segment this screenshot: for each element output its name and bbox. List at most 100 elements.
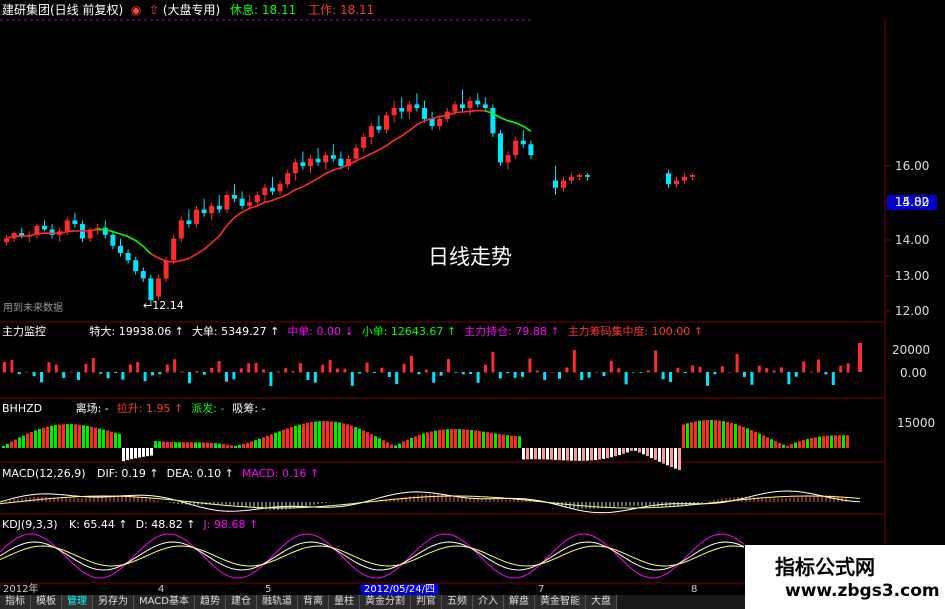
bhhzd-bar xyxy=(322,421,325,448)
bhhzd-bar xyxy=(478,431,481,448)
candle-body xyxy=(475,100,481,105)
indicator-tab[interactable]: 黄金智能 xyxy=(534,595,586,609)
indicator-tab[interactable]: 介入 xyxy=(472,595,504,609)
candle-body xyxy=(4,238,9,243)
bhhzd-bar xyxy=(226,444,229,448)
candle-body xyxy=(353,147,359,159)
candle-body xyxy=(505,155,511,163)
indicator-tab[interactable]: 建仓 xyxy=(225,595,257,609)
bhhzd-bar xyxy=(342,423,345,448)
low-marker-value: 12.14 xyxy=(152,299,184,312)
zlkz-bar xyxy=(780,367,783,373)
bhhzd-item: 离场: - xyxy=(75,402,109,415)
macd-item: DIF: 0.19 ↑ xyxy=(97,467,159,480)
bhhzd-bar xyxy=(46,426,49,448)
indicator-tab[interactable]: 判官 xyxy=(410,595,442,609)
bhhzd-bar xyxy=(30,431,33,448)
low-marker: ←12.14 xyxy=(143,299,184,312)
zlkz-bar xyxy=(165,364,169,373)
indicator-tab[interactable]: 另存为 xyxy=(93,595,134,609)
chart-header: 建研集团(日线 前复权) ◉ ⇧ (大盘专用) 休息: 18.11 工作: 18… xyxy=(2,3,374,17)
indicator-tab[interactable]: MACD基本 xyxy=(134,595,195,609)
indicator-tab[interactable]: 管理 xyxy=(62,595,93,609)
bhhzd-bar xyxy=(102,429,105,448)
settings-icon[interactable]: ◉ xyxy=(127,3,141,17)
bhhzd-bar xyxy=(66,424,69,448)
candle-body xyxy=(262,187,268,195)
candle-body xyxy=(178,220,184,239)
zlkz-bar xyxy=(210,367,214,373)
candle-body xyxy=(330,155,336,159)
indicator-tab[interactable]: 大盘 xyxy=(585,595,617,609)
zlkz-bar xyxy=(410,355,413,373)
bhhzd-bar xyxy=(190,442,193,448)
candle-body xyxy=(216,205,222,210)
zlkz-bar xyxy=(313,372,317,383)
bhhzd-bar xyxy=(582,448,585,461)
indicator-tab[interactable]: 指标 xyxy=(0,595,31,609)
candle-body xyxy=(690,175,695,177)
zlkz-bar xyxy=(728,371,732,373)
bhhzd-bar xyxy=(786,445,789,448)
bhhzd-values: 离场: - 拉升: 1.95 ↑ 派发: - 吸筹: - xyxy=(76,402,274,415)
bhhzd-bar xyxy=(494,433,497,448)
candle-body xyxy=(682,176,687,181)
bhhzd-bar xyxy=(654,448,657,460)
zlkz-bar xyxy=(365,362,369,373)
bhhzd-item: 派发: - xyxy=(191,402,225,415)
candle-body xyxy=(399,108,405,112)
zlkz-bar xyxy=(535,370,539,373)
bhhzd-bar xyxy=(466,429,469,448)
bhhzd-bar xyxy=(138,448,141,458)
price-axis-label: 15.00 xyxy=(895,195,930,209)
bhhzd-bar xyxy=(362,430,365,448)
bhhzd-bar xyxy=(390,444,393,448)
indicator-tab[interactable]: 量柱 xyxy=(328,595,360,609)
indicator-tab[interactable]: 背离 xyxy=(297,595,329,609)
indicator-tab[interactable]: 黄金分割 xyxy=(359,595,411,609)
bhhzd-bar xyxy=(278,431,281,448)
zlkz-axis-top: 20000 xyxy=(892,343,931,357)
bhhzd-bar xyxy=(218,443,221,448)
zlkz-bar xyxy=(461,372,465,375)
kdj-values: K: 65.44 ↑ D: 48.82 ↑ J: 98.68 ↑ xyxy=(69,518,266,531)
bhhzd-bar xyxy=(6,443,9,448)
bhhzd-bar xyxy=(18,437,21,448)
work-value: 工作: 18.11 xyxy=(308,3,375,17)
bhhzd-bar xyxy=(610,448,613,458)
bhhzd-bar xyxy=(78,424,81,448)
zlkz-bar xyxy=(824,372,828,375)
bhhzd-bar xyxy=(58,424,61,448)
candle-body xyxy=(338,158,344,166)
bhhzd-bar xyxy=(94,427,97,448)
indicator-tab[interactable]: 趋势 xyxy=(194,595,226,609)
bhhzd-bar xyxy=(194,442,197,448)
bhhzd-bar xyxy=(626,448,629,453)
candle-body xyxy=(125,253,131,261)
candle-body xyxy=(64,220,70,232)
zlkz-bar xyxy=(757,365,761,373)
bhhzd-bar xyxy=(830,435,833,448)
bhhzd-bar xyxy=(162,441,165,448)
candle-body xyxy=(118,245,123,253)
bhhzd-bar xyxy=(818,436,821,448)
bhhzd-bar xyxy=(318,421,321,448)
candle-body xyxy=(361,137,367,148)
indicator-tab[interactable]: 五频 xyxy=(441,595,473,609)
pane-title-macd: MACD(12,26,9) DIF: 0.19 ↑ DEA: 0.10 ↑ MACD… xyxy=(2,467,335,480)
bhhzd-bar xyxy=(814,437,817,448)
bhhzd-bar xyxy=(10,441,13,448)
bhhzd-bar xyxy=(210,442,213,448)
bhhzd-bar xyxy=(646,448,649,457)
indicator-tab[interactable]: 解盘 xyxy=(503,595,535,609)
bhhzd-bar xyxy=(182,442,185,448)
candle-body xyxy=(239,198,245,206)
indicator-tab[interactable]: 模板 xyxy=(31,595,62,609)
candle-body xyxy=(498,133,503,163)
bhhzd-bar xyxy=(690,422,693,448)
zlkz-bar xyxy=(32,372,36,377)
bhhzd-bar xyxy=(298,424,301,448)
zlkz-bar xyxy=(99,372,103,374)
bhhzd-bar xyxy=(414,436,417,448)
indicator-tab[interactable]: 融轨道 xyxy=(256,595,298,609)
